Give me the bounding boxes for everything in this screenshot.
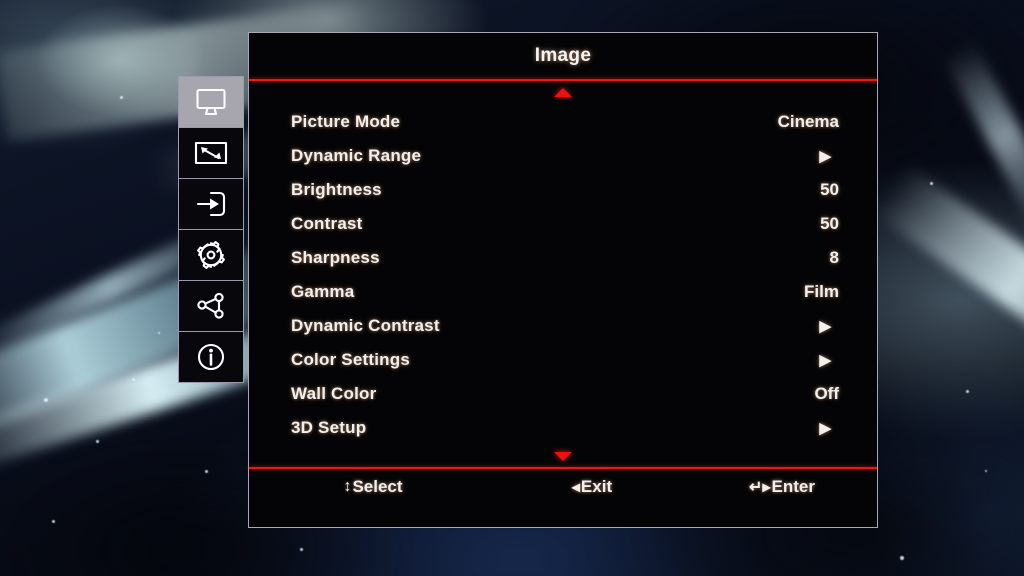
menu-label: Wall Color: [291, 384, 377, 403]
osd-footer: ↕ Select ◂ Exit ↵▸ Enter: [249, 469, 877, 505]
menu-row-brightness[interactable]: Brightness 50: [249, 173, 877, 207]
triangle-down-icon: [554, 451, 572, 461]
menu-value[interactable]: 50: [820, 180, 839, 200]
scroll-up-indicator[interactable]: [249, 81, 877, 103]
menu-value[interactable]: Film: [804, 282, 839, 302]
menu-value[interactable]: Cinema: [778, 112, 839, 132]
submenu-arrow-icon[interactable]: ▶: [819, 317, 839, 335]
scroll-down-indicator[interactable]: [249, 445, 877, 467]
menu-label: Dynamic Contrast: [291, 316, 440, 335]
projector-screen: Image Picture Mode Cinema Dynamic Range …: [0, 0, 1024, 576]
menu-row-3d-setup[interactable]: 3D Setup ▶: [249, 411, 877, 445]
menu-label: Dynamic Range: [291, 146, 422, 165]
sidebar-item-input[interactable]: [179, 179, 243, 230]
input-source-icon: [194, 189, 228, 219]
menu-list: Picture Mode Cinema Dynamic Range ▶ Brig…: [249, 103, 877, 445]
menu-label: Brightness: [291, 180, 382, 199]
gear-icon: [195, 239, 227, 271]
footer-enter-button[interactable]: ↵▸ Enter: [687, 477, 877, 497]
menu-label: Picture Mode: [291, 112, 401, 131]
display-size-diagonal-icon: [193, 139, 229, 167]
menu-row-contrast[interactable]: Contrast 50: [249, 207, 877, 241]
info-icon: [195, 341, 227, 373]
footer-label: Enter: [771, 477, 815, 496]
left-arrow-icon: ◂: [571, 479, 580, 496]
sidebar-item-network[interactable]: [179, 281, 243, 332]
osd-panel: Image Picture Mode Cinema Dynamic Range …: [248, 32, 878, 528]
return-right-arrow-icon: ↵▸: [749, 479, 771, 496]
submenu-arrow-icon[interactable]: ▶: [819, 351, 839, 369]
menu-row-gamma[interactable]: Gamma Film: [249, 275, 877, 309]
menu-row-dynamic-contrast[interactable]: Dynamic Contrast ▶: [249, 309, 877, 343]
menu-row-color-settings[interactable]: Color Settings ▶: [249, 343, 877, 377]
menu-row-picture-mode[interactable]: Picture Mode Cinema: [249, 105, 877, 139]
network-share-icon: [195, 291, 227, 321]
sidebar-item-image[interactable]: [179, 77, 243, 128]
osd-title: Image: [534, 45, 592, 66]
monitor-icon: [194, 87, 228, 117]
up-down-arrow-icon: ↕: [343, 478, 352, 495]
menu-value[interactable]: 50: [820, 214, 839, 234]
submenu-arrow-icon[interactable]: ▶: [819, 147, 839, 165]
sidebar-item-information[interactable]: [179, 332, 243, 383]
menu-row-dynamic-range[interactable]: Dynamic Range ▶: [249, 139, 877, 173]
footer-label: Select: [352, 477, 403, 496]
menu-label: Contrast: [291, 214, 363, 233]
menu-label: 3D Setup: [291, 418, 367, 437]
sidebar-item-settings[interactable]: [179, 230, 243, 281]
triangle-up-icon: [554, 87, 572, 97]
sidebar-item-display[interactable]: [179, 128, 243, 179]
menu-label: Sharpness: [291, 248, 380, 267]
menu-value[interactable]: Off: [814, 384, 839, 404]
menu-row-sharpness[interactable]: Sharpness 8: [249, 241, 877, 275]
menu-row-wall-color[interactable]: Wall Color Off: [249, 377, 877, 411]
osd-sidebar[interactable]: [178, 76, 244, 383]
menu-value[interactable]: 8: [830, 248, 839, 268]
menu-label: Color Settings: [291, 350, 410, 369]
footer-exit-button[interactable]: ◂ Exit: [497, 477, 687, 497]
footer-label: Exit: [580, 477, 613, 496]
footer-select-button[interactable]: ↕ Select: [249, 477, 497, 497]
submenu-arrow-icon[interactable]: ▶: [819, 419, 839, 437]
menu-label: Gamma: [291, 282, 355, 301]
